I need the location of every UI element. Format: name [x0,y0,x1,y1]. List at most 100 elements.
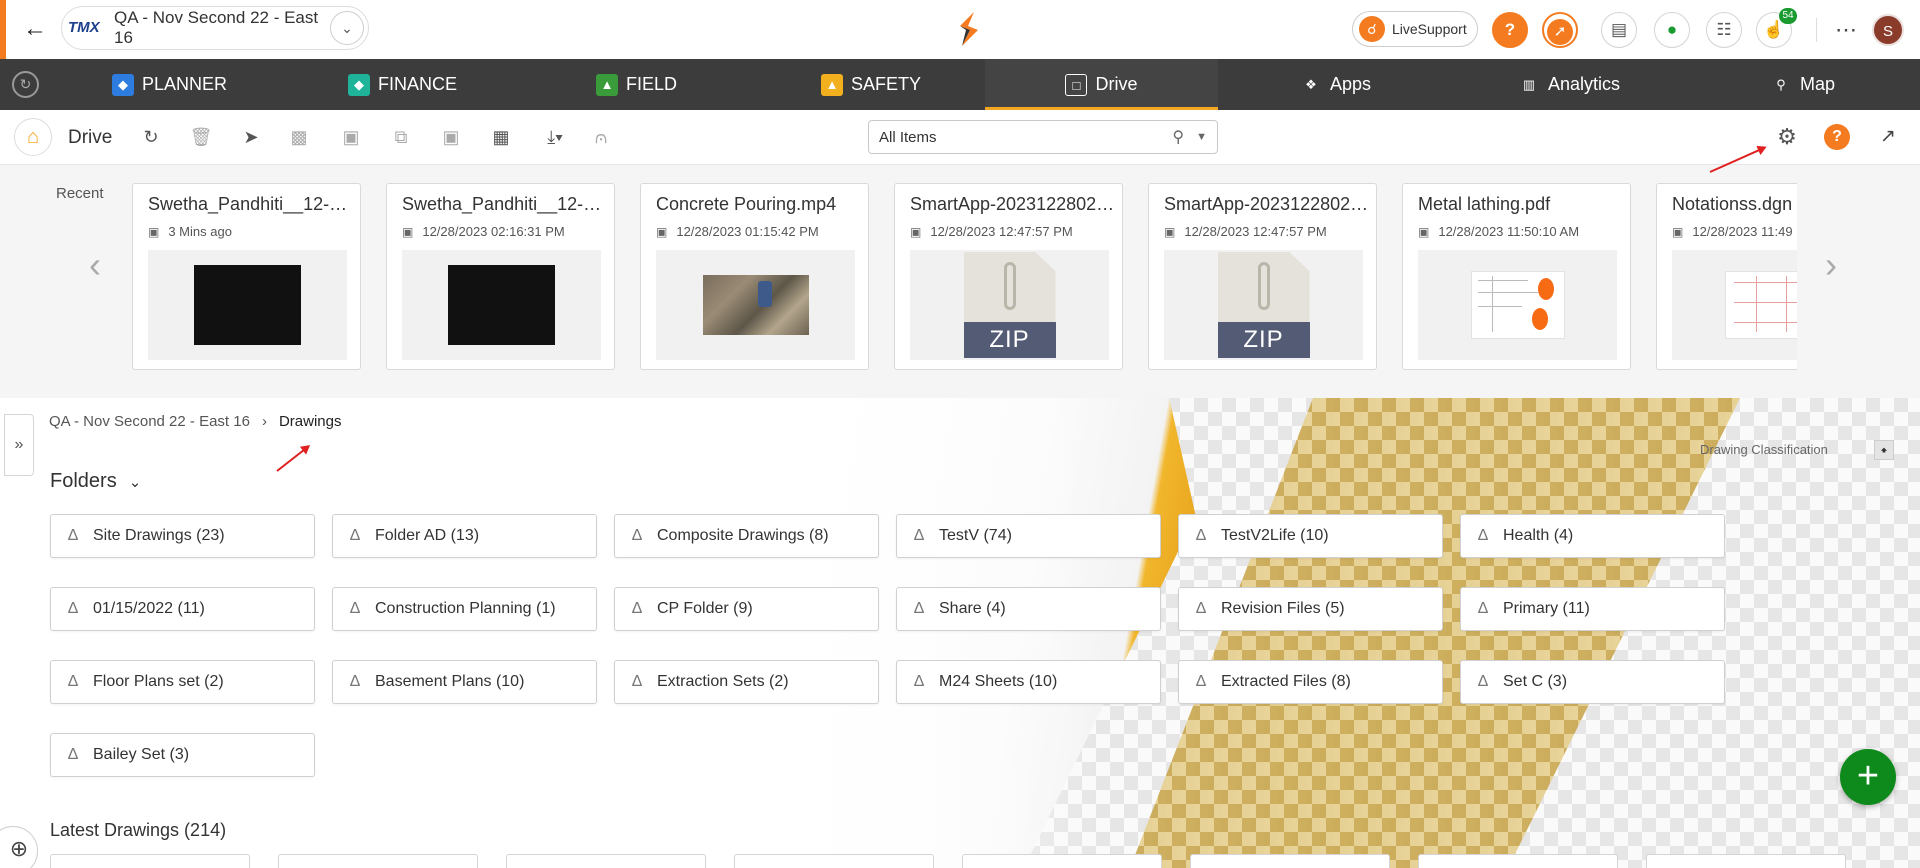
folder-item[interactable]: ∆ Site Drawings (23) [50,514,315,558]
folder-item[interactable]: ∆ TestV (74) [896,514,1161,558]
chevron-down-icon[interactable]: ⌄ [330,11,364,45]
drawing-card[interactable] [734,854,934,868]
drawing-card[interactable] [506,854,706,868]
cart-icon[interactable]: ☝ 54 [1756,8,1797,48]
drawing-card[interactable] [1190,854,1390,868]
nav-map-label: Map [1800,74,1836,94]
gear-icon[interactable]: ⚙ [1774,124,1800,150]
breadcrumb-project[interactable]: QA - Nov Second 22 - East 16 [49,413,250,430]
team-icon[interactable]: ● [1654,12,1690,48]
drawing-card[interactable] [1646,854,1846,868]
project-name: QA - Nov Second 22 - East 16 [114,8,319,47]
folder-item[interactable]: ∆ Basement Plans (10) [332,660,597,704]
recent-card[interactable]: Swetha_Pandhiti__12-28-2023 ▣ 3 Mins ago [132,183,361,370]
drafting-compass-icon: ∆ [914,673,924,690]
calculator-icon[interactable]: ▦ [488,124,514,150]
folder-label: Floor Plans set (2) [93,673,224,690]
folder-label: Folder AD (13) [375,527,480,544]
filter-dropdown[interactable]: All Items ⚲ ▼ [868,120,1218,154]
folder-item[interactable]: ∆ Floor Plans set (2) [50,660,315,704]
tag-icon[interactable]: ➤ [238,124,264,150]
folder-item[interactable]: ∆ 01/15/2022 (11) [50,587,315,631]
expand-panel-icon[interactable]: » [4,414,34,476]
share-icon[interactable]: ⩀ [588,124,614,150]
folder-label: Set C (3) [1503,673,1568,690]
refresh-icon[interactable]: ↻ [138,124,164,150]
folder-item[interactable]: ∆ Share (4) [896,587,1161,631]
nav-finance-label: FINANCE [378,74,458,94]
nav-apps-label: Apps [1330,74,1372,94]
filter-value: All Items [879,128,937,146]
folders-header[interactable]: Folders ⌄ [50,470,141,493]
nav-analytics[interactable]: ▥ Analytics [1518,59,1620,110]
drawing-card[interactable] [1418,854,1618,868]
download-icon[interactable]: ⤓▾ [538,124,572,150]
folder-item[interactable]: ∆ Extracted Files (8) [1178,660,1443,704]
calendar-icon: ▣ [1164,224,1176,239]
recent-card[interactable]: Notationss.dgn ▣ 12/28/2023 11:49 [1656,183,1797,370]
add-fab-button[interactable]: + [1840,749,1896,805]
folder-item[interactable]: ∆ Revision Files (5) [1178,587,1443,631]
live-support-button[interactable]: ☌ LiveSupport [1352,11,1478,47]
nav-drive[interactable]: □ Drive [985,59,1218,110]
folder-item[interactable]: ∆ Composite Drawings (8) [614,514,879,558]
nav-safety[interactable]: ▲ SAFETY [821,59,921,110]
live-support-label: LiveSupport [1392,21,1467,37]
recent-card[interactable]: SmartApp-20231228024757.zip ▣ 12/28/2023 … [894,183,1123,370]
drawing-card[interactable] [278,854,478,868]
nav-apps[interactable]: ❖ Apps [1300,59,1371,110]
nav-planner[interactable]: ◆ PLANNER [112,59,227,110]
drawing-card[interactable] [50,854,250,868]
user-avatar[interactable]: S [1872,14,1904,46]
nav-finance[interactable]: ◆ FINANCE [348,59,457,110]
open-external-icon[interactable]: ↗ [1875,124,1901,150]
search-icon[interactable]: ⚲ [1172,127,1184,147]
folder-item[interactable]: ∆ TestV2Life (10) [1178,514,1443,558]
delete-icon[interactable]: 🗑 [188,124,214,150]
nav-map[interactable]: ⚲ Map [1770,59,1835,110]
recent-prev-icon[interactable]: ‹ [80,245,110,285]
chevron-down-icon[interactable]: ⌄ [129,473,142,491]
caret-down-icon[interactable]: ▼ [1196,131,1207,143]
folder-item[interactable]: ∆ Extraction Sets (2) [614,660,879,704]
module-nav: ↻ ◆ PLANNER ◆ FINANCE ▲ FIELD ▲ SAFETY □… [0,59,1920,110]
file-settings-icon[interactable]: ▣ [338,124,364,150]
drafting-compass-icon: ∆ [68,673,78,690]
project-selector[interactable]: TMX QA - Nov Second 22 - East 16 ⌄ [61,6,369,50]
folder-item[interactable]: ∆ CP Folder (9) [614,587,879,631]
copy-icon[interactable]: ⧉ [388,124,414,150]
recent-card[interactable]: Concrete Pouring.mp4 ▣ 12/28/2023 01:15:4… [640,183,869,370]
apps-grid-icon[interactable]: ⋯ [1833,17,1859,43]
folder-item[interactable]: ∆ Construction Planning (1) [332,587,597,631]
move-icon[interactable]: ▩ [286,124,312,150]
help-icon[interactable]: ? [1824,124,1850,150]
folders-title: Folders [50,470,117,492]
folder-item[interactable]: ∆ Bailey Set (3) [50,733,315,777]
recent-card[interactable]: Swetha_Pandhiti__12-28-2023 ▣ 12/28/2023 … [386,183,615,370]
folder-item[interactable]: ∆ Set C (3) [1460,660,1725,704]
nav-toggle-icon[interactable]: ↻ [12,71,39,98]
recent-card[interactable]: Metal lathing.pdf ▣ 12/28/2023 11:50:10 A… [1402,183,1631,370]
recent-card[interactable]: SmartApp-20231228024757.zip ▣ 12/28/2023 … [1148,183,1377,370]
help-question-icon[interactable]: ? [1492,12,1528,48]
notifications-icon[interactable]: ☷ [1706,12,1742,48]
main-content: » QA - Nov Second 22 - East 16 › Drawing… [0,398,1920,868]
back-arrow-icon[interactable]: ← [20,14,50,44]
folder-item[interactable]: ∆ Primary (11) [1460,587,1725,631]
folder-item[interactable]: ∆ Health (4) [1460,514,1725,558]
folder-view-icon[interactable]: ▣ [438,124,464,150]
collapse-up-icon[interactable]: 🠹 [1874,440,1894,460]
drawing-card[interactable] [962,854,1162,868]
pdf-preview [1470,271,1565,339]
folder-item[interactable]: ∆ M24 Sheets (10) [896,660,1161,704]
home-icon[interactable]: ⌂ [14,118,52,156]
drawing-classification-label[interactable]: Drawing Classification [1700,442,1828,457]
documents-icon[interactable]: ▤ [1601,12,1637,48]
folder-item[interactable]: ∆ Folder AD (13) [332,514,597,558]
recent-next-icon[interactable]: › [1816,245,1846,285]
quick-tools-icon[interactable]: ➚ [1542,12,1578,48]
drafting-compass-icon: ∆ [1196,527,1206,544]
nav-field-label: FIELD [626,74,678,94]
nav-field[interactable]: ▲ FIELD [596,59,677,110]
recent-file-time: 12/28/2023 11:50:10 AM [1438,224,1580,239]
